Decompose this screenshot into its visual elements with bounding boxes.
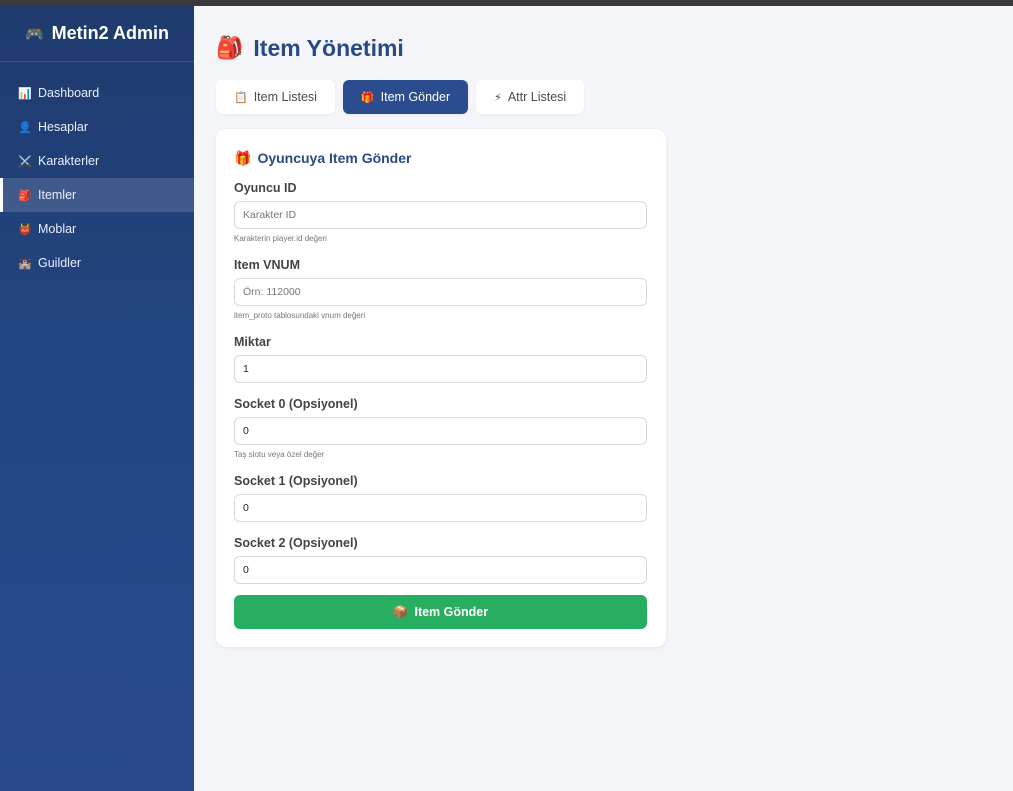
socket2-label: Socket 2 (Opsiyonel) [234,536,358,550]
send-item-button-label: Item Gönder [414,605,489,619]
backpack-icon: 🎒 [216,35,244,60]
vnum-label: Item VNUM [234,258,300,272]
app-layout: 🎮 Metin2 Admin 📊 Dashboard 👤 Hesaplar ⚔️… [0,6,1013,791]
ogre-icon: 👹 [18,223,32,236]
sidebar-item-label: Karakterler [38,154,100,168]
card-title: 🎁 Oyuncuya Item Gönder [234,149,648,167]
vnum-input[interactable] [234,278,647,306]
tab-item-listesi[interactable]: 📋 Item Listesi [216,80,335,114]
main-content: 🎒 Item Yönetimi 📋 Item Listesi 🎁 Item Gö… [194,6,1013,791]
socket0-group: Socket 0 (Opsiyonel) Taş slotu veya özel… [234,397,648,460]
player-id-label: Oyuncu ID [234,181,297,195]
socket1-group: Socket 1 (Opsiyonel) [234,474,648,522]
sidebar-item-karakterler[interactable]: ⚔️ Karakterler [0,144,194,178]
socket2-input[interactable] [234,556,647,584]
tab-label: Attr Listesi [507,90,567,104]
sidebar-nav: 📊 Dashboard 👤 Hesaplar ⚔️ Karakterler 🎒 … [0,62,194,280]
tab-label: Item Listesi [253,90,317,104]
sidebar-item-label: Moblar [38,222,77,236]
sidebar-item-label: Guildler [38,256,82,270]
crossed-swords-icon: ⚔️ [18,155,32,168]
sidebar-item-hesaplar[interactable]: 👤 Hesaplar [0,110,194,144]
socket1-input[interactable] [234,494,647,522]
gift-icon: 🎁 [234,149,252,166]
socket0-label: Socket 0 (Opsiyonel) [234,397,358,411]
brand-title: Metin2 Admin [51,23,170,43]
count-input[interactable] [234,355,647,383]
tab-label: Item Gönder [380,90,451,104]
user-icon: 👤 [18,121,32,134]
socket0-help: Taş slotu veya özel değer [234,450,325,459]
sidebar-item-label: Dashboard [38,86,100,100]
sidebar-item-itemler[interactable]: 🎒 Itemler [0,178,194,212]
sidebar: 🎮 Metin2 Admin 📊 Dashboard 👤 Hesaplar ⚔️… [0,6,194,791]
page-title: 🎒 Item Yönetimi [216,28,1013,68]
send-item-card: 🎁 Oyuncuya Item Gönder Oyuncu ID Karakte… [216,129,666,647]
tab-bar: 📋 Item Listesi 🎁 Item Gönder ⚡ Attr List… [216,80,1013,114]
socket0-input[interactable] [234,417,647,445]
vnum-help: item_proto tablosundaki vnum değeri [234,311,366,320]
tab-item-gonder[interactable]: 🎁 Item Gönder [342,80,469,114]
castle-icon: 🏰 [18,257,32,270]
sidebar-item-moblar[interactable]: 👹 Moblar [0,212,194,246]
vnum-group: Item VNUM item_proto tablosundaki vnum d… [234,258,648,321]
page-title-text: Item Yönetimi [253,34,404,61]
gamepad-icon: 🎮 [24,25,44,43]
sidebar-item-label: Hesaplar [38,120,89,134]
sidebar-item-guildler[interactable]: 🏰 Guildler [0,246,194,280]
backpack-icon: 🎒 [18,189,32,202]
player-id-group: Oyuncu ID Karakterin player.id değeri [234,181,648,244]
sidebar-item-label: Itemler [38,188,77,202]
sidebar-item-dashboard[interactable]: 📊 Dashboard [0,76,194,110]
socket1-label: Socket 1 (Opsiyonel) [234,474,358,488]
brand: 🎮 Metin2 Admin [0,6,194,62]
count-group: Miktar [234,335,648,383]
socket2-group: Socket 2 (Opsiyonel) [234,536,648,584]
card-title-text: Oyuncuya Item Gönder [257,150,412,166]
player-id-help: Karakterin player.id değeri [234,234,327,243]
tab-attr-listesi[interactable]: ⚡ Attr Listesi [476,80,585,114]
player-id-input[interactable] [234,201,647,229]
bar-chart-icon: 📊 [18,87,32,100]
gift-icon: 🎁 [360,91,375,104]
count-label: Miktar [234,335,271,349]
send-item-button[interactable]: 📦 Item Gönder [234,595,647,629]
package-icon: 📦 [392,604,409,619]
clipboard-icon: 📋 [234,91,248,104]
lightning-icon: ⚡ [494,91,502,104]
